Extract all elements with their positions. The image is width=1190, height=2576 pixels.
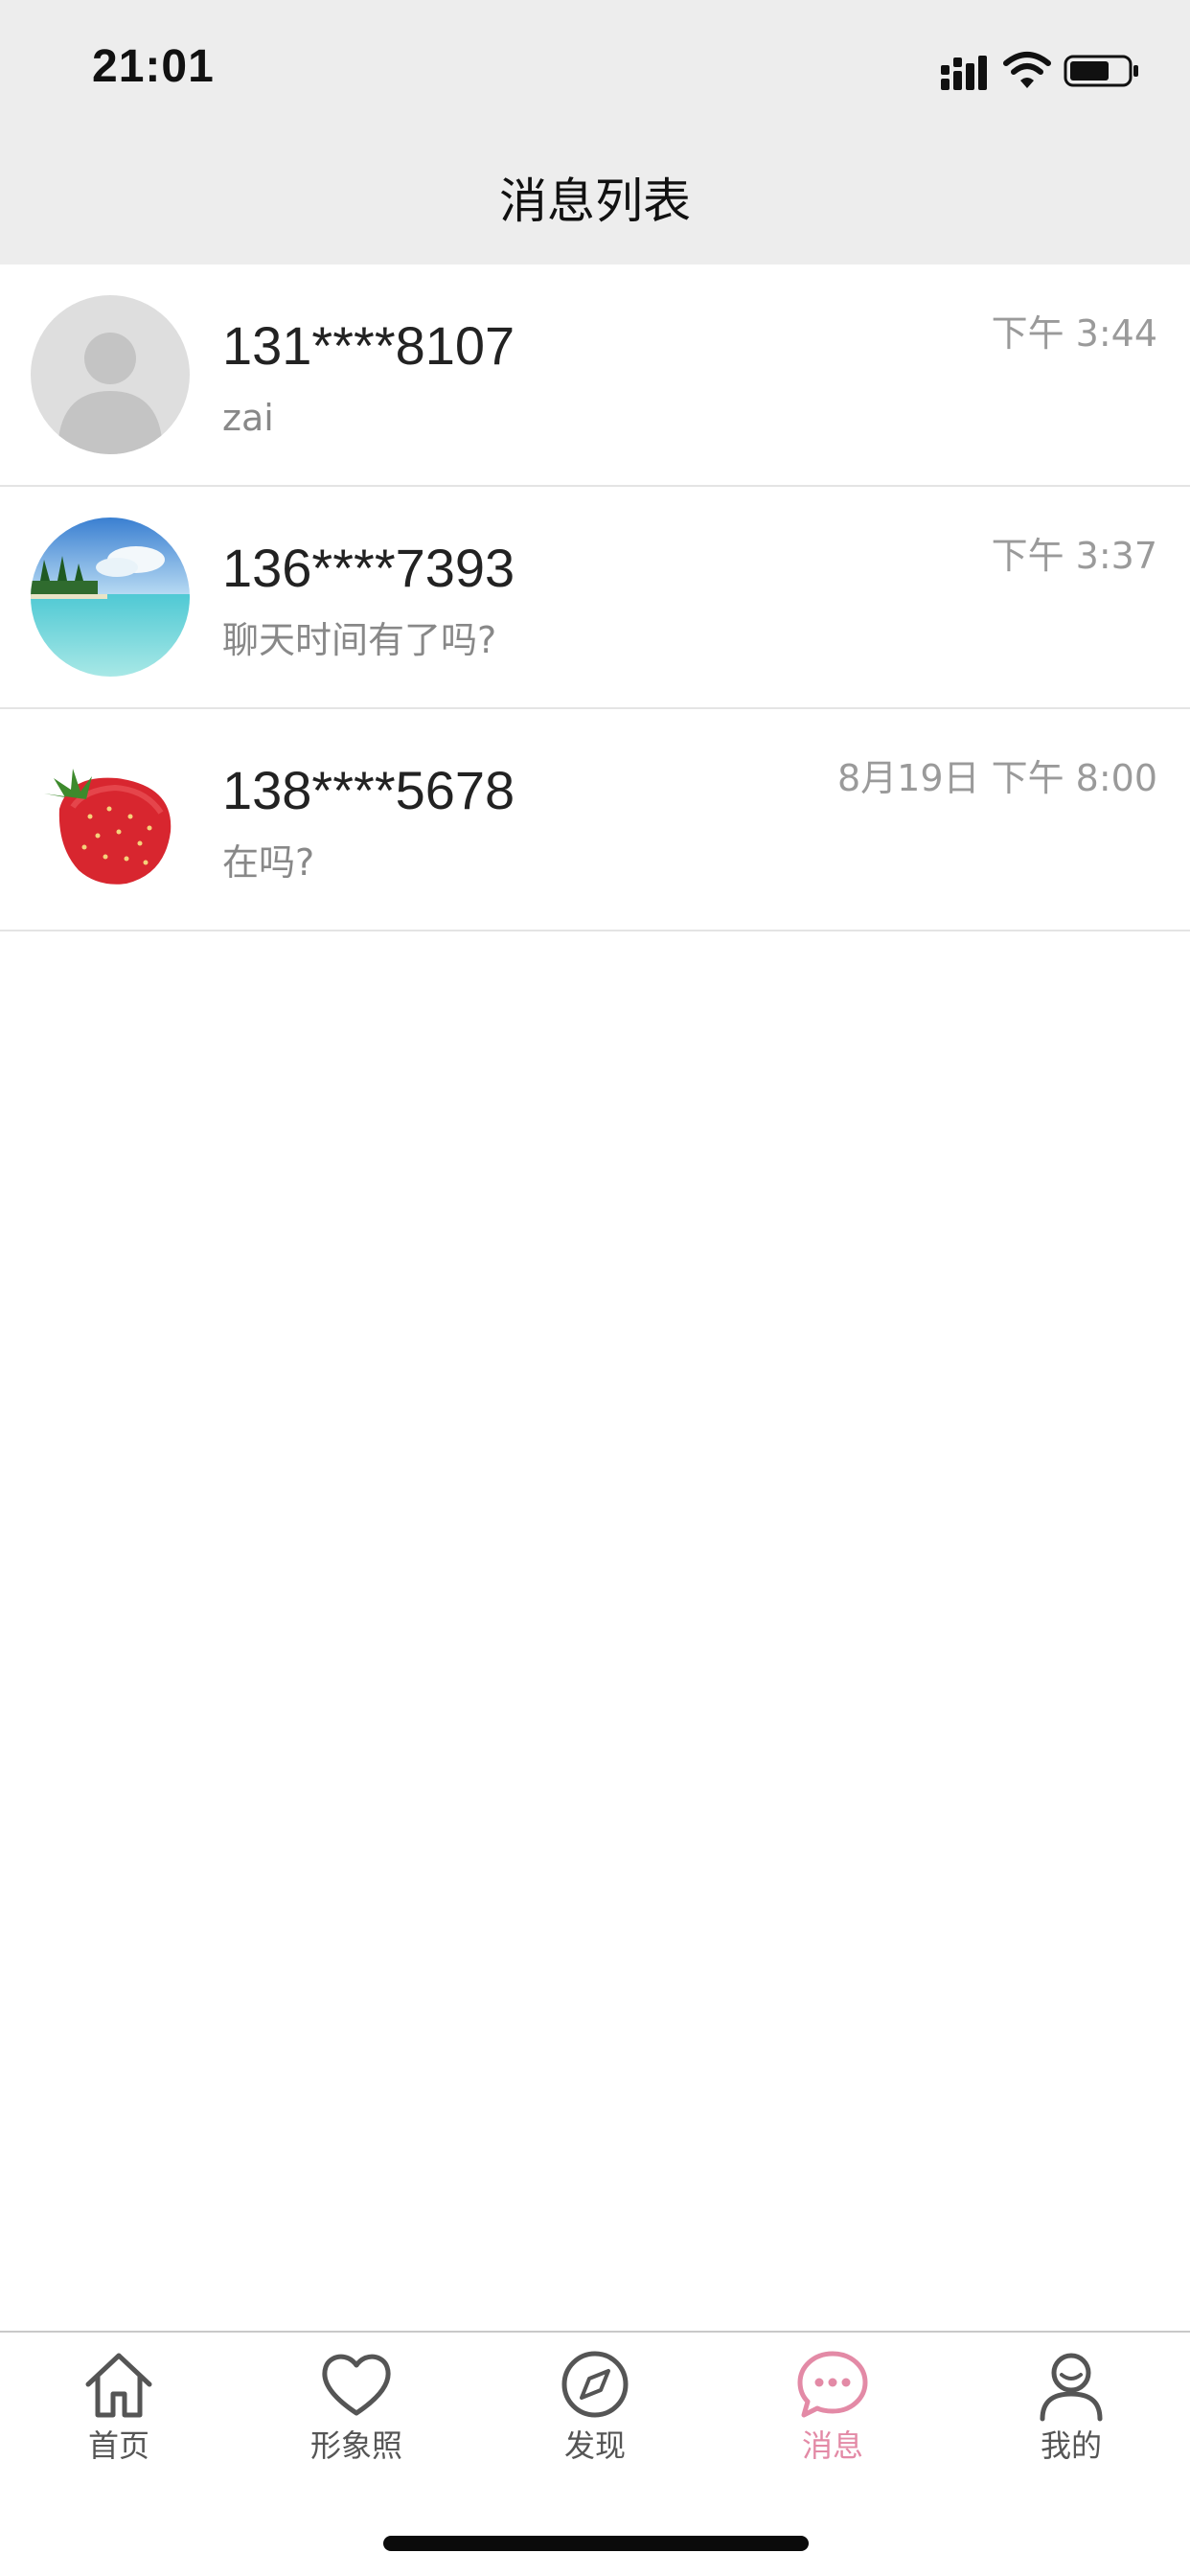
tab-label: 发现	[563, 2427, 626, 2464]
page-title: 消息列表	[499, 173, 691, 229]
conversation-row[interactable]: 131****8107 zai 下午 3:44	[0, 264, 1190, 487]
message-list-screen: 21:01 消息列表 131****8107 zai 下午 3:44 136**…	[0, 0, 1190, 2576]
tab-label: 形象照	[309, 2427, 402, 2464]
header: 21:01 消息列表	[0, 0, 1190, 264]
avatar	[31, 740, 190, 899]
avatar	[31, 295, 190, 454]
home-icon	[85, 2353, 152, 2418]
tab-mine[interactable]: 我的	[952, 2346, 1190, 2490]
default-avatar-icon	[31, 295, 190, 454]
tab-messages[interactable]: 消息	[714, 2346, 951, 2490]
last-message: 聊天时间有了吗?	[222, 619, 497, 661]
message-time: 下午 3:44	[991, 312, 1157, 355]
tab-discover[interactable]: 发现	[476, 2346, 714, 2490]
heart-icon	[322, 2354, 391, 2416]
compass-icon	[561, 2351, 629, 2418]
message-time: 下午 3:37	[991, 535, 1157, 577]
strawberry-photo-icon	[31, 740, 190, 899]
last-message: 在吗?	[222, 841, 315, 884]
message-time: 8月19日 下午 8:00	[836, 757, 1157, 799]
beach-photo-icon	[31, 518, 190, 677]
battery-icon	[1064, 55, 1138, 87]
tab-label: 首页	[87, 2427, 149, 2464]
contact-name: 138****5678	[222, 760, 515, 820]
tab-label: 消息	[801, 2427, 863, 2464]
contact-name: 136****7393	[222, 538, 515, 598]
home-indicator[interactable]	[383, 2536, 809, 2551]
chat-bubble-icon	[797, 2351, 868, 2418]
user-icon	[1040, 2353, 1103, 2422]
last-message: zai	[222, 397, 274, 439]
tab-portrait[interactable]: 形象照	[238, 2346, 475, 2490]
conversation-row[interactable]: 136****7393 聊天时间有了吗? 下午 3:37	[0, 487, 1190, 709]
tab-home[interactable]: 首页	[0, 2346, 238, 2490]
avatar	[31, 518, 190, 677]
wifi-icon	[1003, 52, 1051, 88]
conversation-list: 131****8107 zai 下午 3:44 136****7393 聊天时间…	[0, 264, 1190, 932]
contact-name: 131****8107	[222, 315, 515, 376]
conversation-row[interactable]: 138****5678 在吗? 8月19日 下午 8:00	[0, 709, 1190, 932]
status-time: 21:01	[92, 41, 215, 92]
tab-label: 我的	[1040, 2427, 1102, 2464]
cellular-signal-icon	[941, 56, 987, 90]
